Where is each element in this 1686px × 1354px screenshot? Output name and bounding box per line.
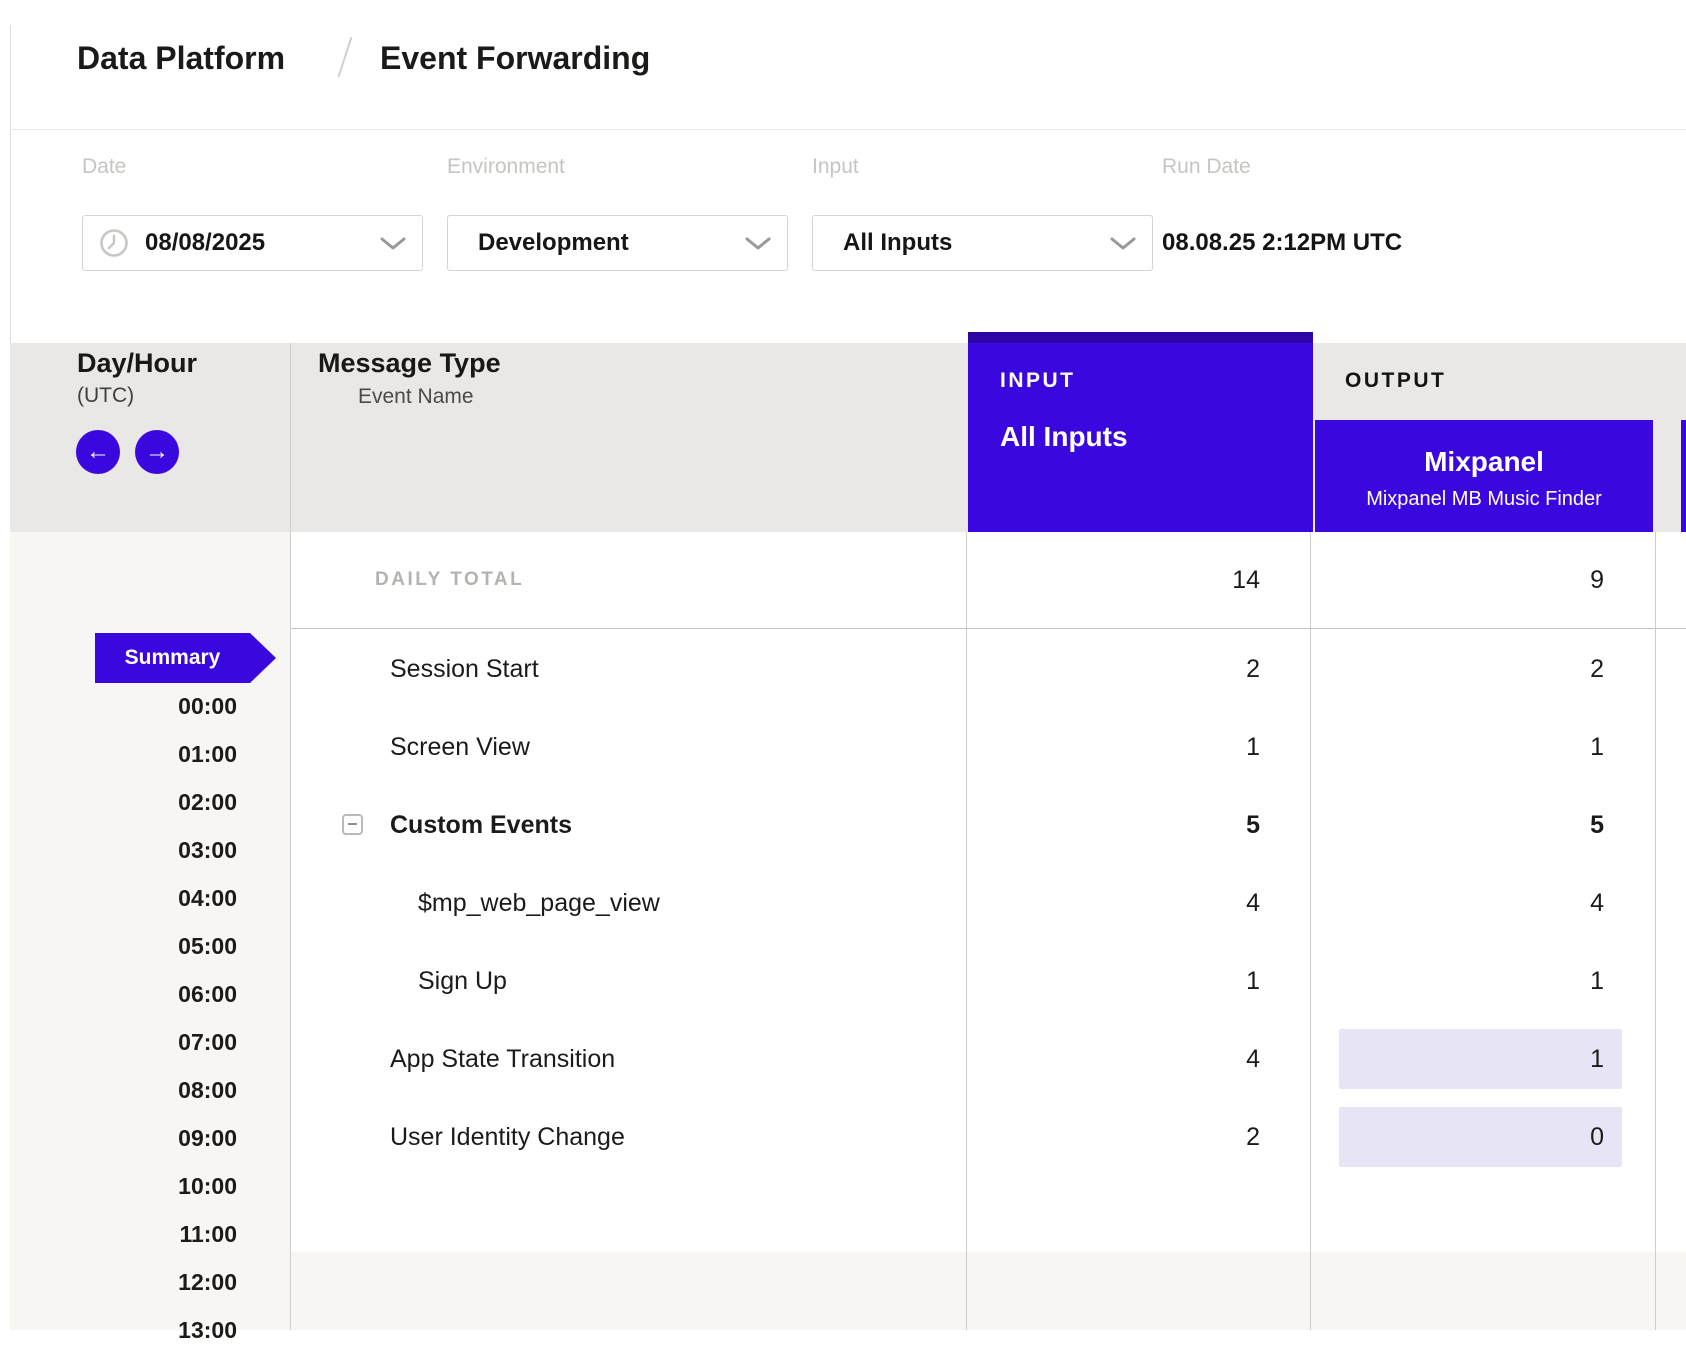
output-value-cell: 1: [1384, 1020, 1604, 1098]
environment-filter-label: Environment: [447, 154, 565, 180]
previous-day-button[interactable]: ←: [76, 430, 120, 474]
input-value-cell: 4: [1040, 864, 1260, 942]
arrow-left-icon: ←: [86, 438, 110, 466]
breadcrumb-separator-icon: [338, 37, 353, 78]
input-group-selected-indicator: [968, 332, 1313, 343]
hour-item-10[interactable]: 10:00: [0, 1162, 237, 1210]
row-label: Session Start: [390, 630, 539, 708]
table-row: App State Transition 4 1: [0, 1020, 1686, 1098]
hour-item-09[interactable]: 09:00: [0, 1114, 237, 1162]
daily-total-underline: [290, 628, 1686, 629]
input-group-label: INPUT: [1000, 368, 1076, 394]
chevron-down-icon: [1110, 237, 1136, 256]
daily-total-output-value: 9: [1384, 532, 1604, 628]
day-hour-column-subtitle: (UTC): [77, 382, 134, 410]
output-value-cell: 2: [1384, 630, 1604, 708]
environment-filter-dropdown[interactable]: Development: [447, 215, 788, 271]
output-column-name: Mixpanel: [1315, 446, 1653, 478]
row-label: Custom Events: [390, 786, 572, 864]
table-row: Sign Up 1 1: [0, 942, 1686, 1020]
hour-item-05[interactable]: 05:00: [0, 922, 237, 970]
minus-square-icon[interactable]: [342, 814, 363, 835]
hour-item-08[interactable]: 08:00: [0, 1066, 237, 1114]
output-column-subtitle: Mixpanel MB Music Finder: [1315, 488, 1653, 511]
input-filter-label: Input: [812, 154, 859, 180]
clock-icon: [99, 228, 129, 263]
input-output-column-divider: [1310, 532, 1311, 1330]
output-value-cell: 1: [1384, 942, 1604, 1020]
hour-item-12[interactable]: 12:00: [0, 1258, 237, 1306]
output-group-label: OUTPUT: [1345, 368, 1446, 394]
hour-item-01[interactable]: 01:00: [0, 730, 237, 778]
table-row: $mp_web_page_view 4 4: [0, 864, 1686, 942]
hour-item-06[interactable]: 06:00: [0, 970, 237, 1018]
hour-item-02[interactable]: 02:00: [0, 778, 237, 826]
sidebar-column-divider: [290, 343, 291, 1330]
arrow-right-icon: →: [145, 438, 169, 466]
breadcrumb-parent[interactable]: Data Platform: [77, 30, 285, 86]
run-date-label: Run Date: [1162, 154, 1251, 180]
input-filter-dropdown[interactable]: All Inputs: [812, 215, 1153, 271]
next-day-button[interactable]: →: [135, 430, 179, 474]
run-date-value: 08.08.25 2:12PM UTC: [1162, 215, 1402, 271]
output-value-cell: 1: [1384, 708, 1604, 786]
hour-item-07[interactable]: 07:00: [0, 1018, 237, 1066]
day-hour-column-title: Day/Hour: [77, 346, 197, 380]
input-value-cell: 1: [1040, 708, 1260, 786]
date-filter-value: 08/08/2025: [145, 216, 265, 270]
output-value-cell: 0: [1384, 1098, 1604, 1176]
row-label: Sign Up: [418, 942, 507, 1020]
table-row: User Identity Change 2 0: [0, 1098, 1686, 1176]
hour-item-11[interactable]: 11:00: [0, 1210, 237, 1258]
hour-item-03[interactable]: 03:00: [0, 826, 237, 874]
next-output-column-edge: [1681, 420, 1686, 532]
output-value-cell: 4: [1384, 864, 1604, 942]
message-type-column-subtitle: Event Name: [358, 384, 474, 410]
page-title: Event Forwarding: [380, 30, 650, 86]
date-filter-label: Date: [82, 154, 126, 180]
input-value-cell: 4: [1040, 1020, 1260, 1098]
output-column-header-mixpanel[interactable]: Mixpanel Mixpanel MB Music Finder: [1315, 420, 1653, 532]
table-row: Screen View 1 1: [0, 708, 1686, 786]
input-value-cell: 2: [1040, 630, 1260, 708]
daily-total-row: DAILY TOTAL 14 9: [0, 532, 1686, 628]
chevron-down-icon: [380, 237, 406, 256]
output-value-cell: 5: [1384, 786, 1604, 864]
table-row: Custom Events 5 5: [0, 786, 1686, 864]
input-value-cell: 5: [1040, 786, 1260, 864]
input-value-cell: 1: [1040, 942, 1260, 1020]
output-next-column-divider: [1655, 532, 1656, 1330]
summary-flag[interactable]: Summary: [95, 633, 250, 683]
input-filter-value: All Inputs: [843, 216, 952, 270]
row-label: Screen View: [390, 708, 530, 786]
message-type-column-title: Message Type: [318, 346, 501, 380]
hour-item-00[interactable]: 00:00: [0, 682, 237, 730]
date-filter-dropdown[interactable]: 08/08/2025: [82, 215, 423, 271]
hour-item-13[interactable]: 13:00: [0, 1306, 237, 1354]
grid-footer-band: [290, 1252, 1686, 1330]
hour-item-04[interactable]: 04:00: [0, 874, 237, 922]
chevron-down-icon: [745, 237, 771, 256]
header-divider: [10, 129, 1686, 130]
environment-filter-value: Development: [478, 216, 629, 270]
daily-total-label: DAILY TOTAL: [375, 532, 524, 628]
daily-total-input-value: 14: [1040, 532, 1260, 628]
input-value-cell: 2: [1040, 1098, 1260, 1176]
row-label: $mp_web_page_view: [418, 864, 660, 942]
row-label: User Identity Change: [390, 1098, 625, 1176]
row-label: App State Transition: [390, 1020, 615, 1098]
message-input-column-divider: [966, 532, 967, 1330]
input-column-name: All Inputs: [1000, 419, 1128, 455]
